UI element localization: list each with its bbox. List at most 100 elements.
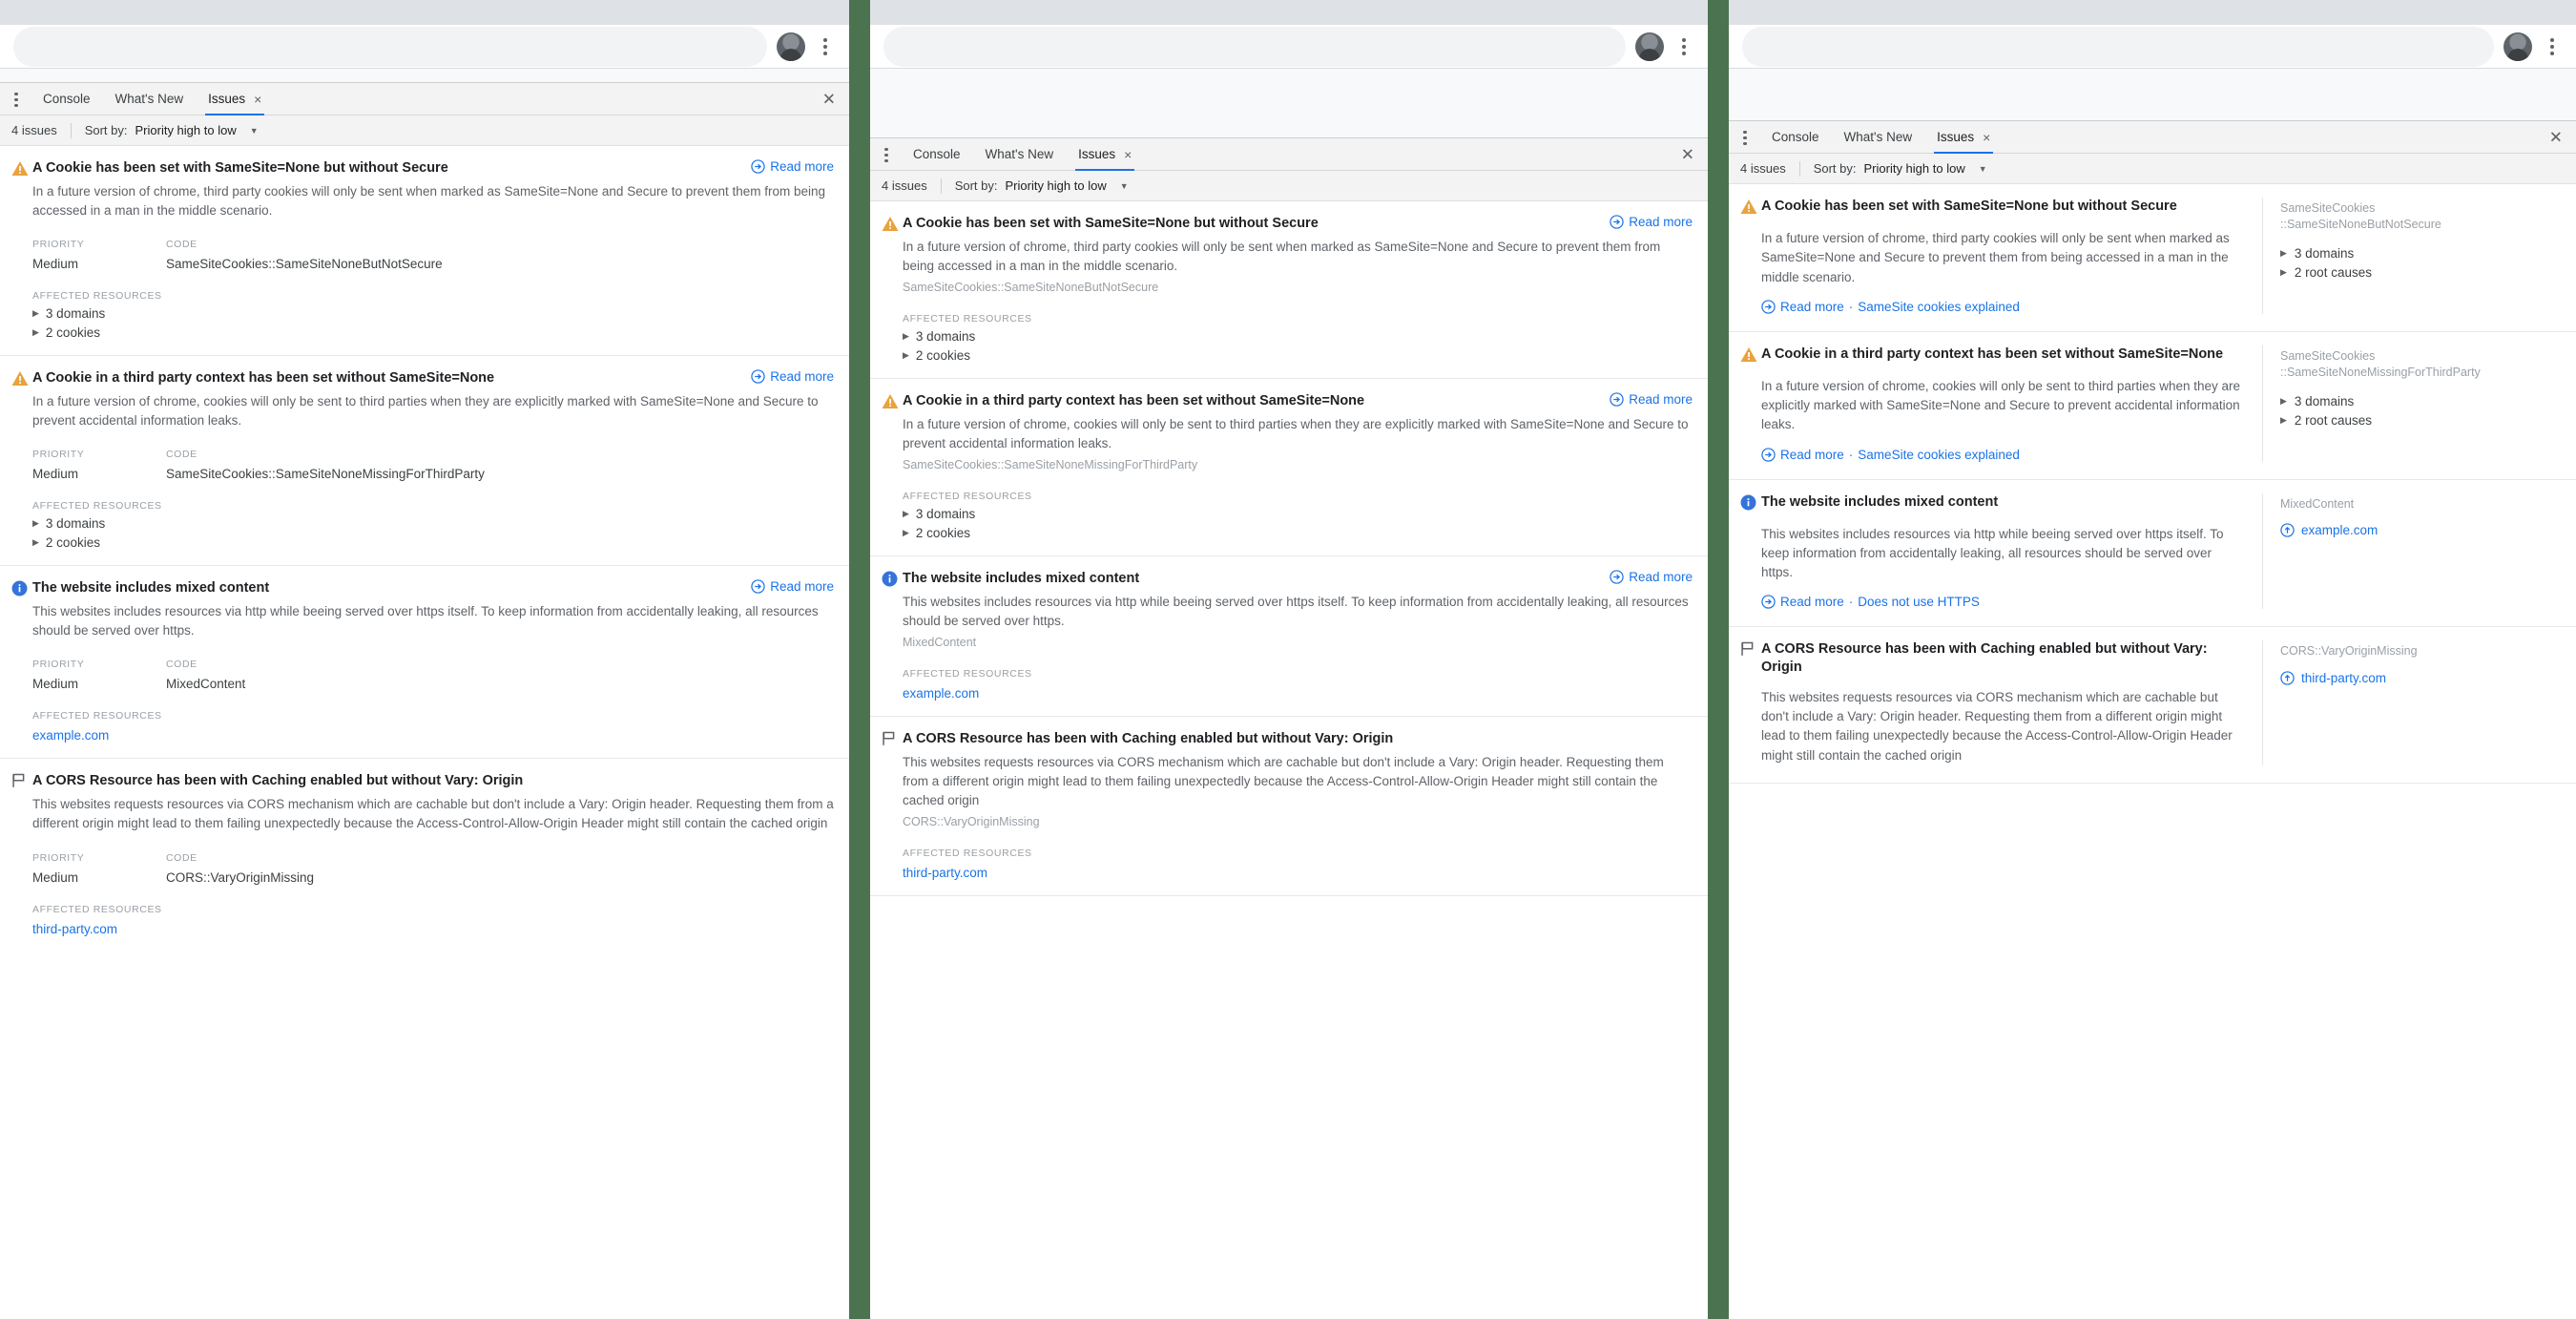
resource-expander[interactable]: ▶ 2 cookies [32,325,834,340]
chevron-down-icon[interactable]: ▼ [1120,181,1129,191]
resource-label: 2 root causes [2294,412,2372,428]
sort-select[interactable]: Priority high to low [1864,161,1965,176]
browser-tabstrip[interactable] [870,0,1708,25]
sort-select[interactable]: Priority high to low [1006,178,1107,193]
close-icon[interactable]: × [1983,131,1990,144]
devtools-more-icon[interactable] [1736,127,1754,148]
issue-row[interactable]: A Cookie in a third party context has be… [1729,332,2576,480]
browser-menu-icon[interactable] [815,32,836,61]
read-more-label: Read more [1629,215,1693,229]
resource-link[interactable]: example.com [32,728,834,743]
address-bar[interactable] [13,26,767,67]
issue-row[interactable]: The website includes mixed content This … [1729,480,2576,628]
issue-code-line2: ::SameSiteNoneMissingForThirdParty [2280,365,2481,379]
profile-avatar[interactable] [777,31,805,61]
resource-expander[interactable]: ▶ 3 domains [903,329,1693,344]
warning-triangle-icon [882,393,903,412]
tab-console[interactable]: Console [31,83,103,115]
resource-expander[interactable]: ▶ 3 domains [903,507,1693,521]
tab-console[interactable]: Console [901,138,973,171]
browser-tabstrip[interactable] [0,0,849,25]
devtools-more-icon[interactable] [8,89,25,110]
tab-whats-new[interactable]: What's New [973,138,1067,171]
resource-expander[interactable]: ▶ 3 domains [32,516,834,531]
tab-issues[interactable]: Issues × [1924,121,2003,154]
resource-label: 2 cookies [45,325,100,341]
issue-row[interactable]: A CORS Resource has been with Caching en… [0,759,849,951]
close-icon[interactable]: ✕ [2549,129,2563,145]
issue-row[interactable]: A Cookie in a third party context has be… [0,356,849,567]
profile-avatar[interactable] [2503,31,2532,61]
issue-row[interactable]: A Cookie in a third party context has be… [870,379,1708,557]
close-icon[interactable]: × [254,93,261,106]
chevron-down-icon[interactable]: ▼ [250,126,259,136]
issue-description: This websites includes resources via htt… [32,604,819,638]
arrow-circle-right-icon [1761,595,1776,609]
browser-menu-icon[interactable] [2542,32,2563,61]
issues-list-variant-2: A Cookie has been set with SameSite=None… [870,201,1708,897]
resource-label: 3 domains [45,306,106,322]
resource-expander[interactable]: ▶ 2 cookies [903,348,1693,363]
resource-link[interactable]: third-party.com [32,922,834,936]
issue-row[interactable]: A Cookie has been set with SameSite=None… [870,201,1708,380]
read-more-link[interactable]: Read more [751,579,834,594]
browser-tabstrip[interactable] [1729,0,2576,25]
browser-menu-icon[interactable] [1673,32,1694,61]
resource-expander[interactable]: ▶ 2 root causes [2280,413,2565,428]
resource-expander[interactable]: ▶ 2 cookies [32,535,834,550]
tab-console[interactable]: Console [1759,121,1832,154]
code-value: MixedContent [166,677,246,692]
resource-expander[interactable]: ▶ 3 domains [2280,394,2565,408]
close-icon[interactable]: ✕ [822,91,836,107]
resource-link[interactable]: third-party.com [2280,671,2386,685]
issue-description: In a future version of chrome, cookies w… [32,394,819,428]
read-more-link[interactable]: Read more [1780,595,1844,609]
affected-resources: AFFECTED RESOURCES third-party.com [903,848,1693,880]
read-more-link[interactable]: Read more [1610,392,1693,407]
chevron-down-icon[interactable]: ▼ [1979,164,1987,174]
issue-row[interactable]: A Cookie has been set with SameSite=None… [1729,184,2576,332]
tab-whats-new[interactable]: What's New [103,83,197,115]
issue-row[interactable]: A CORS Resource has been with Caching en… [1729,627,2576,784]
resource-expander[interactable]: ▶ 2 root causes [2280,265,2565,280]
issues-toolbar: 4 issues Sort by: Priority high to low ▼ [1729,154,2576,184]
extra-link[interactable]: SameSite cookies explained [1858,448,2020,462]
devtools-more-icon[interactable] [878,144,895,165]
profile-avatar[interactable] [1635,31,1664,61]
issue-row[interactable]: A CORS Resource has been with Caching en… [870,717,1708,897]
resource-expander[interactable]: ▶ 2 cookies [903,526,1693,540]
resource-link-label: example.com [2301,523,2379,538]
read-more-link[interactable]: Read more [1610,570,1693,584]
read-more-link[interactable]: Read more [751,369,834,384]
read-more-link[interactable]: Read more [1610,215,1693,229]
address-bar[interactable] [1742,26,2494,67]
sort-select[interactable]: Priority high to low [135,123,237,137]
issue-row[interactable]: A Cookie has been set with SameSite=None… [0,146,849,357]
tab-issues[interactable]: Issues × [196,83,274,115]
read-more-link[interactable]: Read more [1780,300,1844,314]
address-bar[interactable] [883,26,1626,67]
extra-link[interactable]: SameSite cookies explained [1858,300,2020,314]
flag-icon [11,773,32,792]
resource-link[interactable]: third-party.com [903,866,1693,880]
resource-link[interactable]: example.com [2280,523,2378,537]
issues-list-variant-3: A Cookie has been set with SameSite=None… [1729,184,2576,784]
resource-link[interactable]: example.com [903,686,1693,701]
close-icon[interactable]: ✕ [1681,146,1694,162]
resource-expander[interactable]: ▶ 3 domains [2280,246,2565,261]
extra-link[interactable]: Does not use HTTPS [1858,595,1980,609]
link-separator: · [1848,595,1854,610]
read-more-link[interactable]: Read more [1780,448,1844,462]
resource-label: 3 domains [2294,245,2355,261]
resource-expander[interactable]: ▶ 3 domains [32,306,834,321]
triangle-right-icon: ▶ [903,350,909,361]
tab-whats-new[interactable]: What's New [1832,121,1925,154]
issue-row[interactable]: The website includes mixed content Read … [870,556,1708,718]
issue-description: This websites includes resources via htt… [1761,526,2224,580]
close-icon[interactable]: × [1124,148,1132,161]
issue-row[interactable]: The website includes mixed content Read … [0,566,849,760]
panel-divider [1708,0,1729,1319]
tab-issues[interactable]: Issues × [1066,138,1144,171]
read-more-link[interactable]: Read more [751,159,834,174]
issues-toolbar: 4 issues Sort by: Priority high to low ▼ [0,115,849,146]
